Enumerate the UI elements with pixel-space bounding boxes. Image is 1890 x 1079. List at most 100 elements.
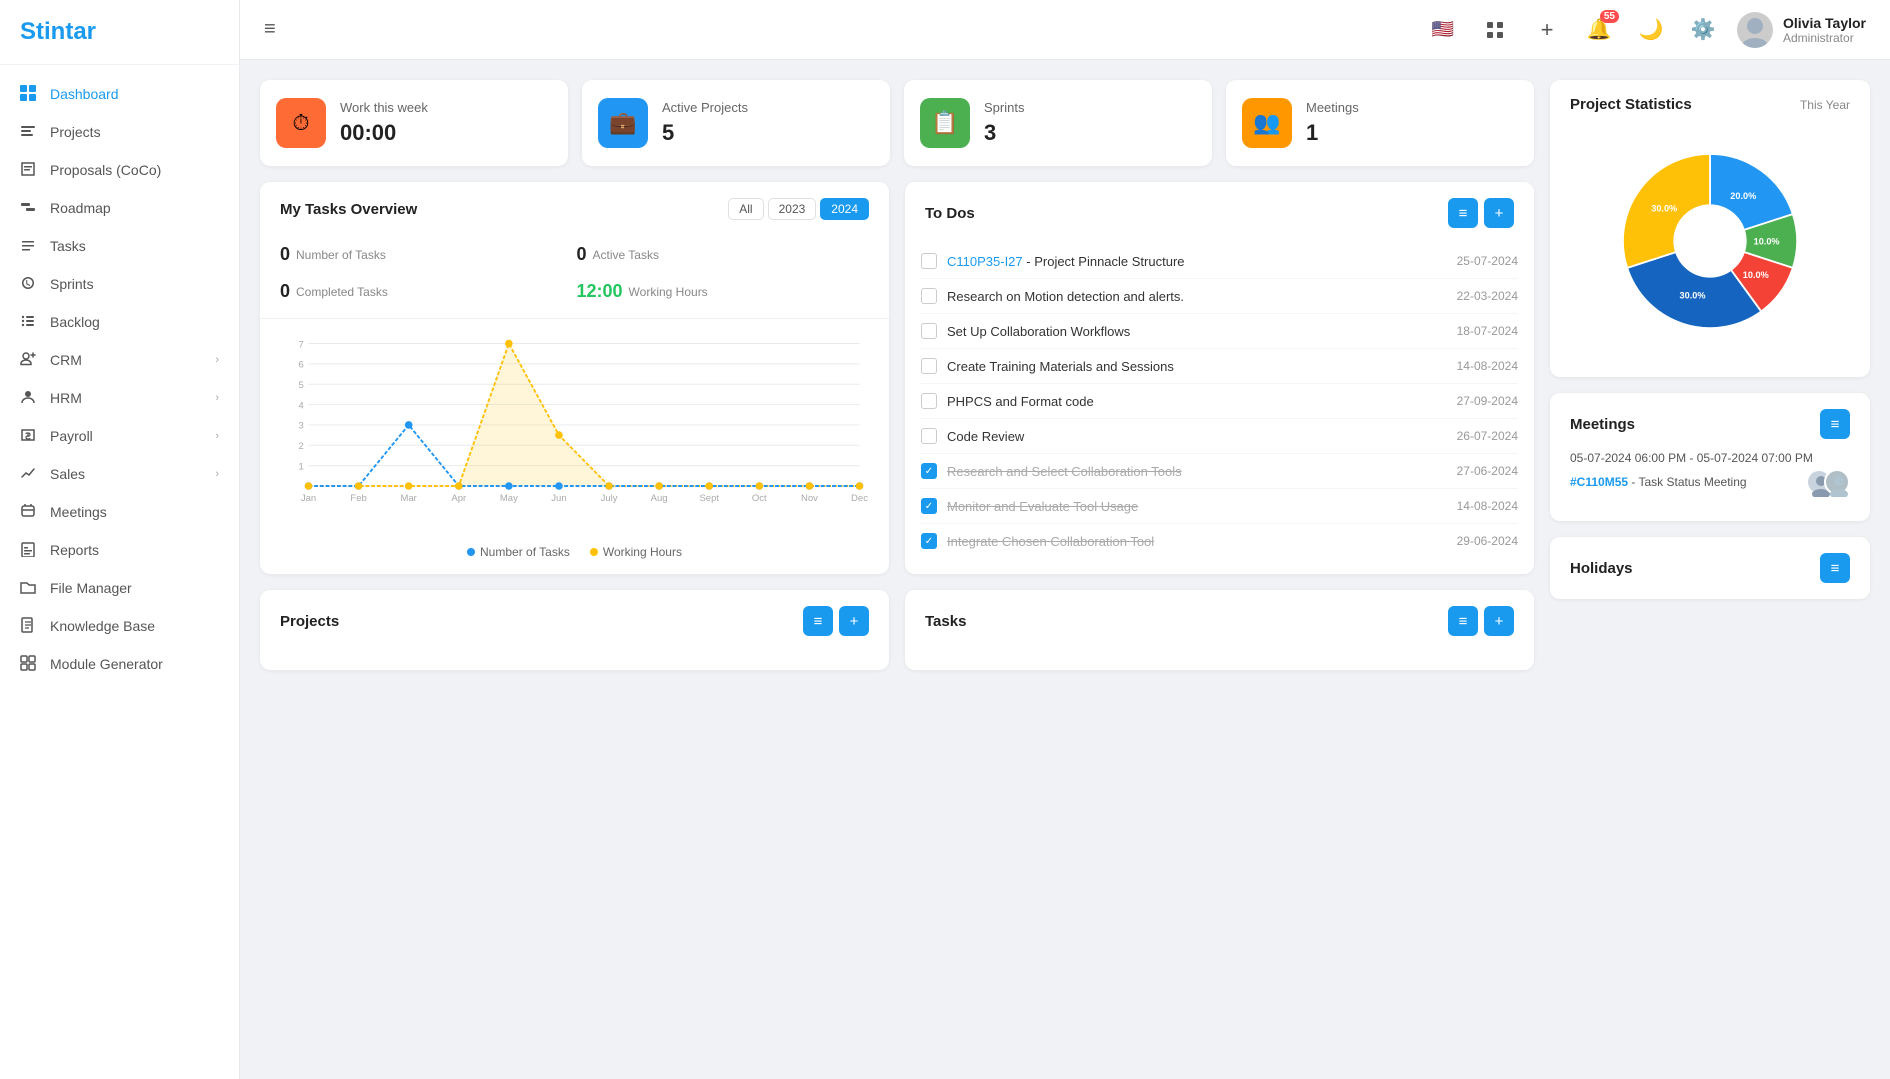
theme-toggle[interactable]: 🌙 [1633,12,1669,48]
logo-text: Stintar [20,18,96,45]
sidebar-item-filemanager[interactable]: File Manager [0,569,239,607]
stat-label-work_this_week: Work this week [340,100,428,116]
add-icon[interactable]: + [1529,12,1565,48]
tasks-list-btn[interactable]: ≡ [1448,606,1478,636]
todo-checkbox-1[interactable] [921,288,937,304]
meeting-entry-0: 05-07-2024 06:00 PM - 05-07-2024 07:00 P… [1570,451,1850,495]
tasks-chart-area: 1234567JanFebMarAprMayJunJulyAugSeptOctN… [260,319,889,537]
projects-icon [20,123,38,141]
todo-checkbox-0[interactable] [921,253,937,269]
tasks-stat-num-3: 12:00 [577,281,623,302]
logo: Stintar [0,0,239,65]
todo-date-7: 14-08-2024 [1457,499,1518,513]
meetings-list-btn[interactable]: ≡ [1820,409,1850,439]
todo-checkbox-3[interactable] [921,358,937,374]
sidebar-item-hrm[interactable]: HRM › [0,379,239,417]
tab-2024[interactable]: 2024 [820,198,869,220]
todo-checkbox-8[interactable] [921,533,937,549]
stat-icon-meetings: 👥 [1242,98,1292,148]
tasks-stat-num-2: 0 [280,281,290,302]
stat-value-meetings: 1 [1306,120,1359,146]
svg-text:Sept: Sept [699,493,719,504]
backlog-icon [20,313,38,331]
todo-link-0[interactable]: C110P35-I27 [947,254,1023,269]
projects-add-btn[interactable]: + [839,606,869,636]
todo-date-6: 27-06-2024 [1457,464,1518,478]
sidebar-label-reports: Reports [50,542,99,558]
sidebar-item-sales[interactable]: Sales › [0,455,239,493]
settings-icon[interactable]: ⚙️ [1685,12,1721,48]
sidebar-item-backlog[interactable]: Backlog [0,303,239,341]
svg-text:Dec: Dec [851,493,868,504]
tasks-stat-1: 0 Active Tasks [577,238,870,271]
stat-text-work_this_week: Work this week 00:00 [340,100,428,146]
grid-icon[interactable] [1477,12,1513,48]
menu-toggle[interactable]: ≡ [264,18,276,41]
holidays-list-btn[interactable]: ≡ [1820,553,1850,583]
knowledgebase-icon [20,617,38,635]
todo-date-4: 27-09-2024 [1457,394,1518,408]
projects-list-btn[interactable]: ≡ [803,606,833,636]
sidebar-item-proposals[interactable]: Proposals (CoCo) [0,151,239,189]
legend-dot-1 [590,548,598,556]
sidebar-label-payroll: Payroll [50,428,93,444]
todo-checkbox-6[interactable] [921,463,937,479]
tasks-stat-0: 0 Number of Tasks [280,238,573,271]
sidebar-item-projects[interactable]: Projects [0,113,239,151]
meeting-link-0[interactable]: #C110M55 [1570,475,1628,489]
pie-label-0: 20.0% [1730,191,1756,201]
project-stats-period[interactable]: This Year [1800,98,1850,112]
svg-text:6: 6 [298,360,303,371]
sidebar-item-sprints[interactable]: Sprints [0,265,239,303]
sidebar-item-tasks[interactable]: Tasks [0,227,239,265]
language-selector[interactable]: 🇺🇸 [1425,12,1461,48]
sidebar-item-dashboard[interactable]: Dashboard [0,75,239,113]
todo-text-8: Integrate Chosen Collaboration Tool [947,534,1447,549]
modulegenerator-icon [20,655,38,673]
todo-text-0: C110P35-I27 - Project Pinnacle Structure [947,254,1447,269]
sidebar-item-meetings[interactable]: Meetings [0,493,239,531]
sidebar-label-sprints: Sprints [50,276,94,292]
main-area: ≡ 🇺🇸 + 🔔 55 🌙 ⚙️ [240,0,1890,1079]
notification-bell[interactable]: 🔔 55 [1581,12,1617,48]
holidays-card: Holidays ≡ [1550,537,1870,599]
bottom-row: Projects ≡ + Tasks ≡ + [260,590,1534,670]
sidebar-item-roadmap[interactable]: Roadmap [0,189,239,227]
todo-checkbox-7[interactable] [921,498,937,514]
stat-value-sprints: 3 [984,120,1024,146]
tasks-stat-label-0: Number of Tasks [296,248,386,262]
todos-add-btn[interactable]: + [1484,198,1514,228]
stat-icon-active_projects: 💼 [598,98,648,148]
todos-list-btn[interactable]: ≡ [1448,198,1478,228]
meetings-title: Meetings [1570,416,1635,433]
tasks-title: Tasks [925,613,966,630]
tasks-add-btn[interactable]: + [1484,606,1514,636]
header-actions: 🇺🇸 + 🔔 55 🌙 ⚙️ Olivia Taylor [1425,12,1866,48]
todo-checkbox-4[interactable] [921,393,937,409]
tasks-icon [20,237,38,255]
todo-text-5: Code Review [947,429,1447,444]
pie-chart-container: 20.0%10.0%10.0%30.0%30.0% [1570,121,1850,361]
svg-text:Mar: Mar [400,493,416,504]
tasks-header: Tasks ≡ + [905,590,1534,644]
project-stats-card: Project Statistics This Year 20.0%10.0%1… [1550,80,1870,377]
todo-checkbox-2[interactable] [921,323,937,339]
sidebar-item-knowledgebase[interactable]: Knowledge Base [0,607,239,645]
todo-item: Set Up Collaboration Workflows18-07-2024 [921,314,1518,349]
stat-value-active_projects: 5 [662,120,748,146]
tab-2023[interactable]: 2023 [768,198,817,220]
holidays-title: Holidays [1570,560,1633,577]
sidebar-item-payroll[interactable]: Payroll › [0,417,239,455]
tab-all[interactable]: All [728,198,763,220]
stat-label-meetings: Meetings [1306,100,1359,116]
project-stats-header: Project Statistics This Year [1570,96,1850,113]
sidebar-item-modulegenerator[interactable]: Module Generator [0,645,239,683]
user-name: Olivia Taylor [1783,15,1866,31]
filemanager-icon [20,579,38,597]
sidebar-item-crm[interactable]: CRM › [0,341,239,379]
stat-cards-row: ⏱ Work this week 00:00 💼 Active Projects… [260,80,1534,166]
sidebar-item-reports[interactable]: Reports [0,531,239,569]
svg-text:1: 1 [298,461,303,472]
todo-checkbox-5[interactable] [921,428,937,444]
user-avatar-menu[interactable]: Olivia Taylor Administrator [1737,12,1866,48]
